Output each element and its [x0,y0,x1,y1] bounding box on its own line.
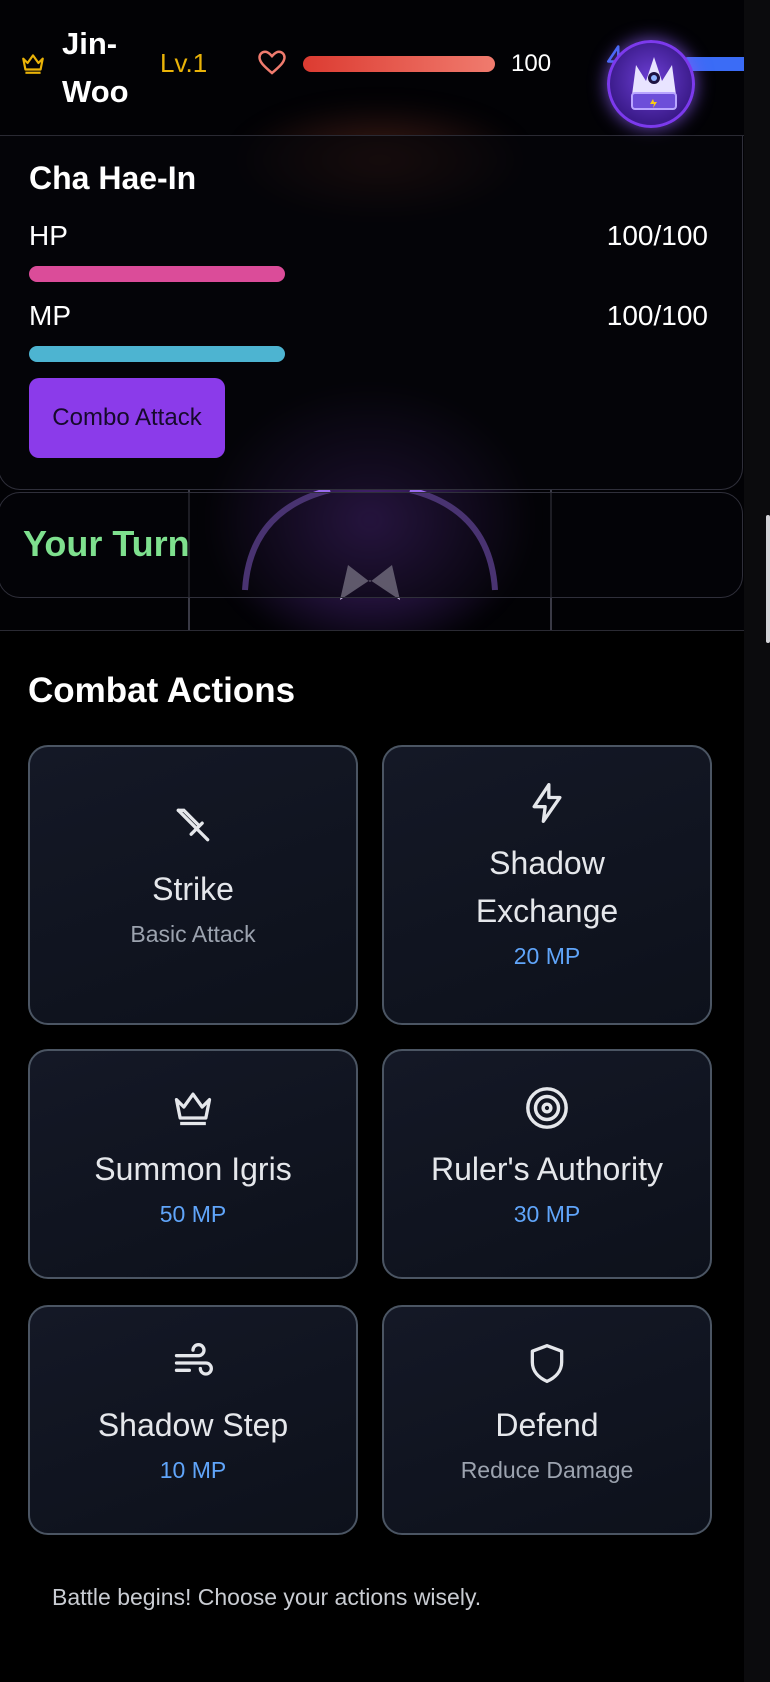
player-hp-value: 100 [511,50,552,77]
player-status-bar: Jin- Woo Lv.1 100 [0,0,744,136]
action-summon-igris-button[interactable]: Summon Igris 50 MP [28,1049,358,1279]
combo-attack-button[interactable]: Combo Attack [29,378,225,458]
action-strike-button[interactable]: Strike Basic Attack [28,745,358,1025]
player-name: Jin- Woo [62,26,129,109]
action-mp-cost: 30 MP [513,1201,581,1227]
target-icon [526,1087,568,1129]
action-name: Shadow Step [97,1407,289,1443]
shield-icon [530,1344,564,1384]
action-mp-cost: 20 MP [513,943,581,969]
action-shadow-exchange-button[interactable]: Shadow Exchange 20 MP [382,745,712,1025]
action-name: Summon Igris [94,1151,292,1187]
action-defend-button[interactable]: Defend Reduce Damage [382,1305,712,1535]
action-name: Shadow Exchange [475,845,619,929]
companion-hp-label: HP [29,220,68,251]
companion-hp-value: 100/100 [606,220,708,251]
companion-mp-label: MP [29,300,71,331]
action-detail: Reduce Damage [460,1457,634,1483]
action-name: Strike [152,871,234,907]
action-shadow-step-button[interactable]: Shadow Step 10 MP [28,1305,358,1535]
action-mp-cost: 50 MP [159,1201,227,1227]
action-name: Ruler's Authority [431,1151,663,1187]
action-rulers-authority-button[interactable]: Ruler's Authority 30 MP [382,1049,712,1279]
battle-screen: Jin- Woo Lv.1 100 Cha Hae-In HP 100/100 … [0,0,744,1682]
player-hp-bar [303,56,495,72]
crown-icon [174,1092,212,1126]
action-name: Defend [495,1407,599,1443]
battle-log-message: Battle begins! Choose your actions wisel… [52,1584,482,1610]
companion-hp-bar [29,266,285,282]
heart-icon [258,50,286,75]
combat-actions-panel: Combat Actions Strike Basic Attack Shado… [0,630,744,1682]
wind-icon [174,1343,213,1376]
action-detail: Basic Attack [130,921,256,947]
turn-label: Your Turn [23,523,190,564]
section-title: Combat Actions [28,671,296,710]
crown-icon [22,54,44,74]
sword-icon [176,808,210,842]
player-level: Lv.1 [160,48,208,78]
companion-mp-value: 100/100 [606,300,708,331]
companion-card: Cha Hae-In HP 100/100 MP 100/100 Combo A… [0,136,743,490]
avatar-crown-icon [631,57,677,110]
scrollbar[interactable] [744,0,770,1682]
turn-indicator: Your Turn [0,492,743,598]
lightning-icon [532,783,562,823]
avatar[interactable] [607,40,695,128]
companion-name: Cha Hae-In [29,160,197,196]
companion-mp-bar [29,346,285,362]
scrollbar-thumb[interactable] [766,515,770,643]
action-mp-cost: 10 MP [159,1457,227,1483]
